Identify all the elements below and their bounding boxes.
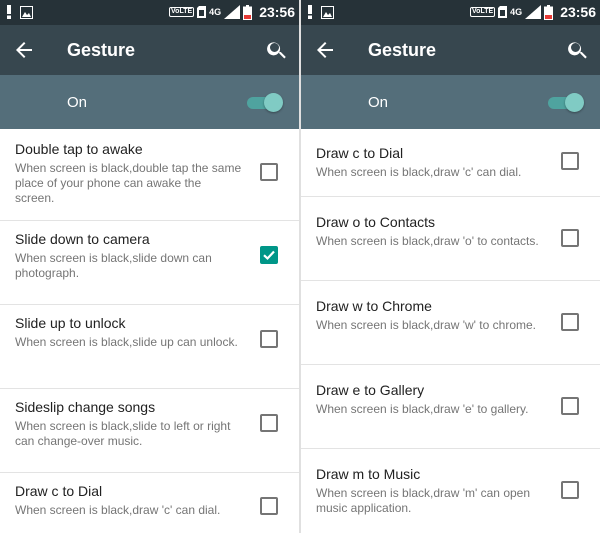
list-item[interactable]: Slide down to camera When screen is blac… bbox=[0, 221, 299, 305]
master-toggle[interactable] bbox=[245, 93, 283, 112]
list-item[interactable]: Slide up to unlock When screen is black,… bbox=[0, 305, 299, 389]
item-subtitle: When screen is black,slide to left or ri… bbox=[15, 419, 231, 448]
app-bar: Gesture bbox=[0, 25, 299, 75]
item-title: Draw c to Dial bbox=[15, 483, 103, 499]
list-item[interactable]: Draw m to Music When screen is black,dra… bbox=[301, 449, 600, 533]
arrow-back-icon[interactable] bbox=[12, 38, 36, 62]
item-subtitle: When screen is black,draw 'o' to contact… bbox=[316, 234, 539, 248]
checkbox[interactable] bbox=[260, 330, 278, 348]
list-item[interactable]: Draw e to Gallery When screen is black,d… bbox=[301, 365, 600, 449]
network-type: 4G bbox=[209, 7, 222, 17]
master-toggle[interactable] bbox=[546, 93, 584, 112]
gesture-list-right: Draw c to Dial When screen is black,draw… bbox=[301, 129, 600, 533]
item-title: Double tap to awake bbox=[15, 141, 143, 157]
search-icon[interactable] bbox=[566, 38, 590, 62]
item-subtitle: When screen is black,draw 'w' to chrome. bbox=[316, 318, 536, 332]
list-item[interactable]: Sideslip change songs When screen is bla… bbox=[0, 389, 299, 473]
page-title: Gesture bbox=[368, 40, 437, 60]
master-switch-bar: On bbox=[301, 75, 600, 129]
checkbox[interactable] bbox=[561, 397, 579, 415]
status-bar: VoLTE 4G 23:56 bbox=[0, 0, 299, 25]
battery-icon bbox=[544, 4, 554, 20]
master-switch-label: On bbox=[368, 94, 389, 111]
checkbox[interactable] bbox=[260, 246, 278, 264]
item-title: Slide down to camera bbox=[15, 231, 150, 247]
checkbox[interactable] bbox=[561, 152, 579, 170]
alert-icon bbox=[7, 5, 11, 19]
arrow-back-icon[interactable] bbox=[313, 38, 337, 62]
list-item[interactable]: Draw c to Dial When screen is black,draw… bbox=[0, 473, 299, 533]
item-subtitle: When screen is black,slide up can unlock… bbox=[15, 335, 238, 349]
item-title: Slide up to unlock bbox=[15, 315, 126, 331]
signal-icon bbox=[224, 5, 241, 19]
item-subtitle: When screen is black,draw 'm' can open m… bbox=[316, 486, 531, 515]
checkbox[interactable] bbox=[561, 481, 579, 499]
list-item[interactable]: Double tap to awake When screen is black… bbox=[0, 129, 299, 221]
item-subtitle: When screen is black,draw 'c' can dial. bbox=[15, 503, 221, 517]
status-bar: VoLTE 4G 23:56 bbox=[301, 0, 600, 25]
volte-badge: VoLTE bbox=[169, 7, 195, 17]
gallery-icon bbox=[321, 5, 334, 19]
item-title: Draw m to Music bbox=[316, 466, 421, 482]
checkbox[interactable] bbox=[561, 229, 579, 247]
sim-icon bbox=[197, 6, 207, 18]
check-icon bbox=[263, 250, 275, 261]
screen-left: VoLTE 4G 23:56 Gesture On Double tap to … bbox=[0, 0, 299, 533]
item-title: Draw e to Gallery bbox=[316, 382, 425, 398]
search-icon[interactable] bbox=[265, 38, 289, 62]
item-subtitle: When screen is black,draw 'e' to gallery… bbox=[316, 402, 529, 416]
item-subtitle: When screen is black,draw 'c' can dial. bbox=[316, 165, 522, 179]
gallery-icon bbox=[20, 5, 33, 19]
checkbox[interactable] bbox=[260, 414, 278, 432]
item-title: Draw o to Contacts bbox=[316, 214, 436, 230]
master-switch-label: On bbox=[67, 94, 88, 111]
item-title: Draw c to Dial bbox=[316, 145, 404, 161]
sim-icon bbox=[498, 6, 508, 18]
item-title: Draw w to Chrome bbox=[316, 298, 432, 314]
checkbox[interactable] bbox=[260, 497, 278, 515]
checkbox[interactable] bbox=[260, 163, 278, 181]
battery-icon bbox=[243, 4, 253, 20]
screen-right: VoLTE 4G 23:56 Gesture On Draw c to Dial… bbox=[301, 0, 600, 533]
master-switch-bar: On bbox=[0, 75, 299, 129]
network-type: 4G bbox=[510, 7, 523, 17]
signal-icon bbox=[525, 5, 542, 19]
gesture-list-left: Double tap to awake When screen is black… bbox=[0, 129, 299, 533]
item-subtitle: When screen is black,slide down can phot… bbox=[15, 251, 212, 280]
list-item[interactable]: Draw o to Contacts When screen is black,… bbox=[301, 197, 600, 281]
volte-badge: VoLTE bbox=[470, 7, 496, 17]
app-bar: Gesture bbox=[301, 25, 600, 75]
clock: 23:56 bbox=[259, 4, 295, 20]
alert-icon bbox=[308, 5, 312, 19]
item-title: Sideslip change songs bbox=[15, 399, 156, 415]
clock: 23:56 bbox=[560, 4, 596, 20]
list-item[interactable]: Draw c to Dial When screen is black,draw… bbox=[301, 129, 600, 197]
checkbox[interactable] bbox=[561, 313, 579, 331]
page-title: Gesture bbox=[67, 40, 136, 60]
item-subtitle: When screen is black,double tap the same… bbox=[15, 161, 242, 205]
list-item[interactable]: Draw w to Chrome When screen is black,dr… bbox=[301, 281, 600, 365]
